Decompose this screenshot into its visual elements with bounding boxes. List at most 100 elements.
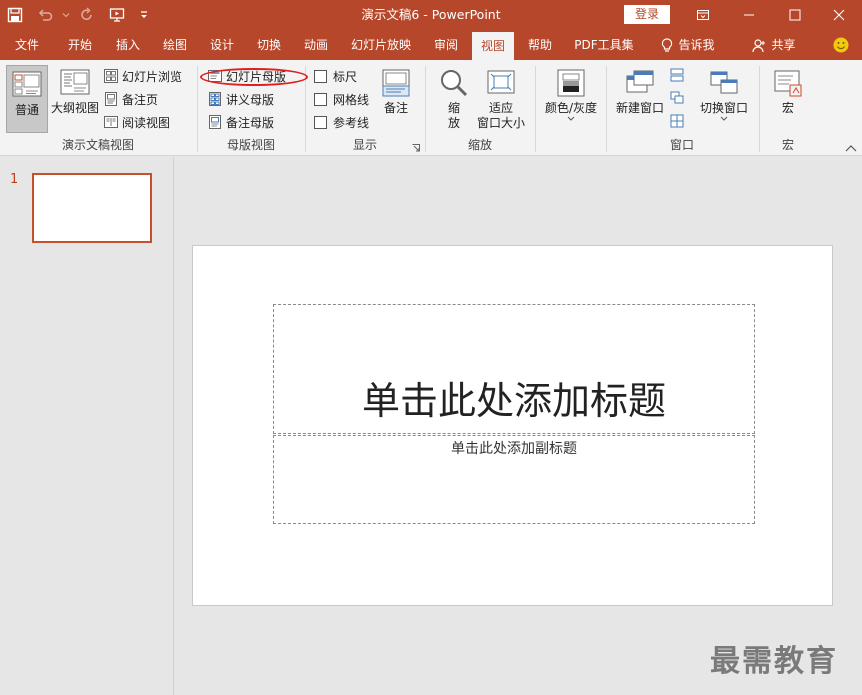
macros-button[interactable]: 宏 [768, 64, 808, 116]
window-title: 演示文稿6 - PowerPoint [361, 7, 501, 22]
guides-checkbox[interactable]: 参考线 [314, 112, 369, 132]
login-button[interactable]: 登录 [624, 5, 670, 24]
slide-sorter-button[interactable]: 幻灯片浏览 [104, 66, 182, 86]
fit-label-2: 窗口大小 [476, 116, 525, 130]
ruler-checkbox-box[interactable] [314, 69, 327, 83]
chevron-down-icon[interactable] [60, 0, 72, 30]
slide-canvas[interactable]: 单击此处添加标题 单击此处添加副标题 [192, 245, 833, 606]
tell-me-label: 告诉我 [678, 38, 715, 52]
gridlines-checkbox[interactable]: 网格线 [314, 89, 369, 109]
subtitle-placeholder[interactable]: 单击此处添加副标题 [273, 435, 755, 524]
tab-home[interactable]: 开始 [58, 30, 102, 60]
tab-draw[interactable]: 绘图 [153, 30, 197, 60]
smiley-feedback-icon[interactable] [826, 30, 856, 60]
slide-editor-pane: 单击此处添加标题 单击此处添加副标题 [175, 157, 862, 695]
start-from-beginning-icon[interactable] [102, 0, 132, 30]
notes-page-label: 备注页 [122, 92, 159, 107]
notes-page-button[interactable]: 备注页 [104, 89, 158, 109]
fit-to-window-button[interactable]: 适应 窗口大小 [474, 64, 528, 131]
slide-thumbnail[interactable] [32, 173, 152, 243]
lightbulb-icon [662, 38, 673, 52]
tab-review[interactable]: 审阅 [424, 30, 468, 60]
normal-view-button[interactable]: 普通 [6, 65, 48, 133]
dialog-launcher-icon[interactable] [412, 144, 420, 152]
move-split-icon[interactable] [670, 114, 684, 128]
customize-toolbar-icon[interactable] [132, 0, 156, 30]
tab-animations[interactable]: 动画 [294, 30, 338, 60]
redo-icon[interactable] [72, 0, 102, 30]
switch-windows-icon [710, 71, 738, 94]
window-group-label: 窗口 [669, 138, 694, 152]
reading-view-button[interactable]: 阅读视图 [104, 112, 170, 132]
title-bar: 演示文稿6 - PowerPoint 登录 [0, 0, 862, 30]
slide-thumbnails-pane: 1 [0, 157, 174, 695]
zoom-button[interactable]: 缩 放 [436, 64, 472, 131]
notes-button[interactable]: 备注 [377, 64, 415, 116]
chevron-down-icon [567, 116, 575, 121]
tab-transitions[interactable]: 切换 [247, 30, 291, 60]
arrange-all-icon[interactable] [670, 68, 684, 82]
minimize-icon[interactable] [726, 0, 772, 30]
macros-icon [774, 70, 802, 97]
switch-windows-label: 切换窗口 [699, 101, 748, 115]
show-group-label: 显示 [352, 138, 377, 152]
tell-me[interactable]: 告诉我 [650, 30, 726, 60]
notes-page-icon [105, 92, 117, 106]
new-window-label: 新建窗口 [615, 101, 664, 115]
cascade-icon[interactable] [670, 91, 684, 105]
subtitle-placeholder-text: 单击此处添加副标题 [451, 441, 577, 457]
ruler-checkbox[interactable]: 标尺 [314, 66, 357, 86]
title-placeholder[interactable]: 单击此处添加标题 [273, 304, 755, 434]
new-window-button[interactable]: 新建窗口 [612, 64, 668, 116]
slide-thumbnail-number: 1 [10, 172, 19, 187]
tab-slide-show[interactable]: 幻灯片放映 [343, 30, 419, 60]
ribbon-display-options-icon[interactable] [680, 0, 726, 30]
save-icon[interactable] [0, 0, 30, 30]
ruler-label: 标尺 [333, 69, 358, 84]
outline-view-button[interactable]: 大纲视图 [51, 64, 99, 116]
slide-sorter-icon [104, 69, 118, 83]
tab-insert[interactable]: 插入 [106, 30, 150, 60]
notes-master-label: 备注母版 [226, 115, 275, 130]
share-label: 共享 [771, 38, 796, 52]
title-placeholder-text: 单击此处添加标题 [361, 379, 666, 423]
notes-icon [382, 69, 410, 97]
close-icon[interactable] [816, 0, 862, 30]
normal-view-label: 普通 [14, 103, 39, 117]
switch-windows-button[interactable]: 切换窗口 [696, 64, 752, 122]
ribbon: 普通 大纲视图 幻灯片浏览 备注页 阅读视图 演示文稿视图 幻灯片母版 讲义母版… [0, 60, 862, 156]
tab-design[interactable]: 设计 [200, 30, 244, 60]
tab-help[interactable]: 帮助 [518, 30, 562, 60]
notes-label: 备注 [383, 101, 408, 115]
new-window-icon [626, 70, 654, 93]
fit-label-1: 适应 [488, 101, 513, 115]
color-grayscale-icon [557, 69, 585, 97]
collapse-ribbon-icon[interactable] [845, 144, 857, 152]
ribbon-tabs: 文件 开始 插入 绘图 设计 切换 动画 幻灯片放映 审阅 视图 帮助 PDF工… [0, 30, 862, 60]
master-views-group-label: 母版视图 [226, 138, 275, 152]
share-button[interactable]: 共享 [746, 30, 802, 60]
quick-access-toolbar [0, 0, 156, 30]
handout-master-button[interactable]: 讲义母版 [208, 89, 274, 109]
fit-to-window-icon [487, 70, 515, 94]
handout-master-label: 讲义母版 [226, 92, 275, 107]
watermark-logo: 最需教育 [710, 644, 838, 679]
zoom-group-label: 缩放 [467, 138, 492, 152]
group-separator [535, 66, 536, 152]
maximize-icon[interactable] [772, 0, 818, 30]
gridlines-label: 网格线 [333, 92, 370, 107]
tab-file[interactable]: 文件 [6, 30, 48, 60]
tab-pdf-tools[interactable]: PDF工具集 [568, 30, 640, 60]
macros-group-label: 宏 [781, 138, 794, 152]
undo-icon[interactable] [30, 0, 60, 30]
tab-view[interactable]: 视图 [472, 32, 514, 60]
gridlines-checkbox-box[interactable] [314, 92, 327, 106]
color-grayscale-button[interactable]: 颜色/灰度 [540, 64, 602, 122]
presentation-views-group-label: 演示文稿视图 [61, 138, 134, 152]
reading-view-icon [104, 116, 118, 128]
guides-checkbox-box[interactable] [314, 115, 327, 129]
outline-view-label: 大纲视图 [51, 101, 100, 115]
handout-master-icon [209, 92, 221, 106]
chevron-down-icon [720, 116, 728, 121]
notes-master-button[interactable]: 备注母版 [208, 112, 274, 132]
